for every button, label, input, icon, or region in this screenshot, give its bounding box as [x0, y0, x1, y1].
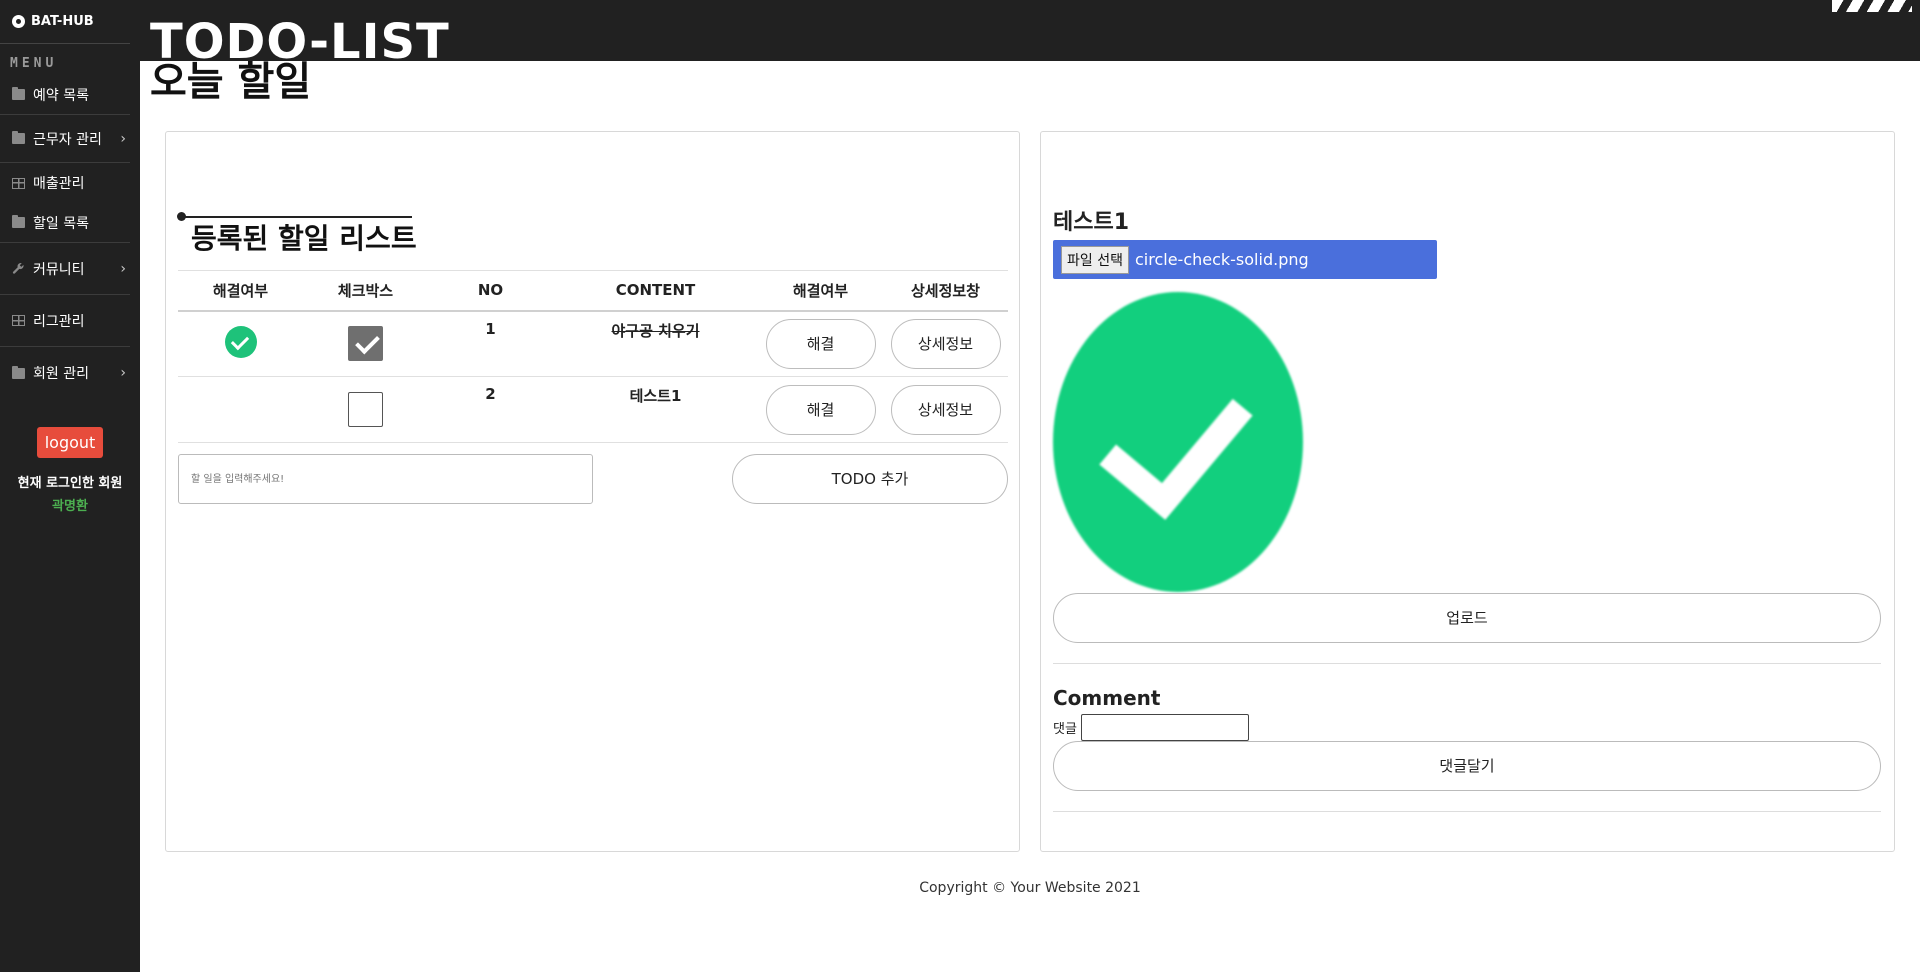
page-title: TODO-LIST — [150, 18, 450, 61]
table-icon — [12, 177, 25, 189]
login-label: 현재 로그인한 회원 — [17, 476, 123, 491]
todo-no: 2 — [428, 376, 553, 443]
detail-button[interactable]: 상세정보 — [890, 384, 1001, 435]
comment-submit-button[interactable]: 댓글달기 — [1053, 741, 1881, 791]
checkbox-cell — [303, 310, 428, 377]
table-row: 1 야구공 치우기 해결 상세정보 — [178, 310, 1008, 377]
brand-logo-icon — [12, 15, 25, 28]
column-header: 해결여부 — [178, 270, 303, 312]
list-title: 등록된 할일 리스트 — [191, 222, 417, 255]
sidebar-item-label: 예약 목록 — [33, 87, 89, 104]
chevron-right-icon: › — [120, 130, 126, 147]
todo-content: 야구공 치우기 — [553, 310, 758, 377]
folder-icon — [12, 87, 25, 100]
chevron-right-icon: › — [120, 365, 126, 381]
column-header: 해결여부 — [758, 270, 883, 312]
column-header: CONTENT — [553, 270, 758, 312]
todo-list-card: 등록된 할일 리스트 해결여부 체크박스 NO CONTENT 해결여부 상세정… — [165, 131, 1020, 852]
brand-name: BAT-HUB — [31, 14, 94, 29]
sidebar-item-label: 리그관리 — [33, 313, 85, 330]
todo-detail-card: 테스트1 파일 선택 circle-check-solid.png 업로드 Co… — [1040, 131, 1895, 852]
sidebar-item-label: 할일 목록 — [33, 215, 89, 232]
sidebar-item-sales[interactable]: 매출관리 — [0, 163, 130, 203]
sidebar-item-members[interactable]: 회원 관리 › — [0, 347, 130, 399]
column-header: NO — [428, 270, 553, 312]
detail-cell: 상세정보 — [883, 310, 1008, 377]
divider — [1053, 663, 1881, 664]
file-select-button[interactable]: 파일 선택 — [1061, 245, 1129, 274]
todo-no: 1 — [428, 310, 553, 377]
sidebar-item-label: 매출관리 — [33, 176, 85, 192]
todo-table: 해결여부 체크박스 NO CONTENT 해결여부 상세정보창 1 야구공 치우… — [178, 270, 1008, 443]
image-preview — [1053, 292, 1303, 592]
folder-icon — [12, 365, 25, 379]
table-icon — [12, 315, 25, 326]
divider — [1053, 811, 1881, 812]
sidebar-item-label: 근무자 관리 — [33, 131, 102, 148]
logout-area: logout — [0, 399, 140, 458]
wrench-icon — [12, 263, 24, 274]
sidebar-item-label: 커뮤니티 — [33, 261, 85, 278]
page-subtitle: 오늘 할일 — [150, 59, 312, 105]
column-header: 체크박스 — [303, 270, 428, 312]
menu-heading: MENU — [10, 56, 58, 71]
sidebar-item-reservations[interactable]: 예약 목록 — [0, 75, 130, 115]
comment-label: 댓글 — [1053, 722, 1077, 737]
detail-button[interactable]: 상세정보 — [890, 318, 1001, 369]
check-circle-icon — [224, 325, 257, 358]
comment-title: Comment — [1053, 686, 1161, 710]
footer: Copyright © Your Website 2021 — [919, 880, 1141, 896]
comment-input[interactable] — [1080, 714, 1249, 741]
table-header-row: 해결여부 체크박스 NO CONTENT 해결여부 상세정보창 — [178, 270, 1008, 312]
column-header: 상세정보창 — [883, 270, 1008, 312]
folder-icon — [12, 131, 25, 144]
table-row: 2 테스트1 해결 상세정보 — [178, 376, 1008, 443]
resolve-cell: 해결 — [758, 310, 883, 377]
sidebar: BAT-HUB MENU 예약 목록 근무자 관리 › 매출관리 할일 목록 커… — [0, 0, 140, 972]
resolve-cell: 해결 — [758, 376, 883, 443]
sidebar-item-label: 회원 관리 — [33, 366, 89, 382]
resolve-button[interactable]: 해결 — [765, 384, 876, 435]
checkbox-cell — [303, 376, 428, 443]
detail-title: 테스트1 — [1053, 210, 1130, 235]
todo-input[interactable] — [178, 454, 593, 504]
page-title-text: TODO-LIST — [150, 18, 450, 61]
folder-icon — [12, 215, 25, 228]
todo-checkbox[interactable] — [348, 392, 383, 427]
add-todo-button[interactable]: TODO 추가 — [732, 454, 1008, 504]
logout-button[interactable]: logout — [36, 427, 104, 458]
todo-checkbox[interactable] — [348, 326, 383, 362]
stripe-decoration — [1832, 0, 1912, 12]
sidebar-item-league[interactable]: 리그관리 — [0, 295, 130, 347]
file-name: circle-check-solid.png — [1134, 250, 1309, 269]
chevron-right-icon: › — [120, 260, 126, 277]
sidebar-item-community[interactable]: 커뮤니티 › — [0, 243, 130, 295]
file-input[interactable]: 파일 선택 circle-check-solid.png — [1053, 240, 1437, 279]
brand[interactable]: BAT-HUB — [0, 0, 130, 44]
todo-content: 테스트1 — [553, 376, 758, 443]
detail-cell: 상세정보 — [883, 376, 1008, 443]
resolve-button[interactable]: 해결 — [765, 318, 876, 369]
sidebar-item-staff[interactable]: 근무자 관리 › — [0, 115, 130, 163]
resolved-cell — [178, 376, 303, 443]
sidebar-item-todo[interactable]: 할일 목록 — [0, 203, 130, 243]
comment-row: 댓글 — [1053, 714, 1249, 741]
resolved-cell — [178, 310, 303, 377]
login-user-name: 곽명환 — [52, 499, 88, 514]
upload-button[interactable]: 업로드 — [1053, 593, 1881, 643]
